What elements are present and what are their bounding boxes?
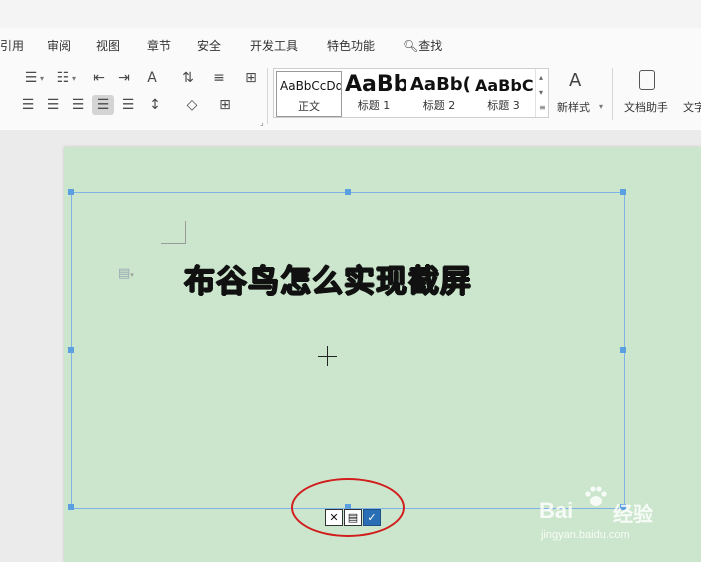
table-border-icon[interactable]: ⊞ xyxy=(214,95,236,115)
menu-security[interactable]: 安全 xyxy=(197,37,221,54)
decrease-indent-icon[interactable]: ⇤ xyxy=(88,68,110,88)
menu-chapter[interactable]: 章节 xyxy=(147,37,171,54)
chevron-down-icon: ▾ xyxy=(599,102,604,111)
doc-helper-label: 文档助手 xyxy=(624,101,668,114)
bullet-list-icon[interactable]: ☰ xyxy=(20,68,42,88)
distributed-align-icon[interactable]: ☰ xyxy=(117,95,139,115)
style-heading-3[interactable]: AaBbC 标题 3 xyxy=(472,71,535,115)
new-style-label: 新样式 xyxy=(557,101,590,114)
resize-handle[interactable] xyxy=(620,347,626,353)
chevron-down-icon[interactable]: ▾ xyxy=(539,88,543,97)
resize-handle[interactable] xyxy=(68,347,74,353)
resize-handle[interactable] xyxy=(68,504,74,510)
increase-indent-icon[interactable]: ⇥ xyxy=(113,68,135,88)
menu-special-features[interactable]: 特色功能 xyxy=(327,37,375,54)
shading-icon[interactable]: ◇ xyxy=(181,95,203,115)
baidu-jingyan-watermark: Bai 经验 jingyan.baidu.com xyxy=(539,482,699,544)
style-name: 标题 3 xyxy=(487,99,520,112)
search-icon: 🔍︎ xyxy=(403,39,419,53)
style-name: 标题 2 xyxy=(422,99,456,112)
sort-icon[interactable]: ⇅ xyxy=(177,68,199,88)
title-bar xyxy=(0,0,701,29)
menu-view[interactable]: 视图 xyxy=(96,37,120,54)
text-tool-label[interactable]: 文字 xyxy=(683,99,701,115)
style-sample: AaBb xyxy=(345,72,406,97)
justify-icon[interactable]: ☰ xyxy=(92,95,114,115)
new-style-button[interactable]: A 新样式 ▾ xyxy=(556,68,606,116)
style-normal[interactable]: AaBbCcDd 正文 xyxy=(276,71,342,117)
numbered-list-icon[interactable]: ☷ xyxy=(52,68,74,88)
style-sample: AaBb( xyxy=(410,74,471,95)
border-icon[interactable]: ⊞ xyxy=(240,68,262,88)
styles-gallery: AaBbCcDd 正文 AaBb 标题 1 AaBb( 标题 2 AaBbC 标… xyxy=(273,68,549,118)
watermark-brand-suffix: 经验 xyxy=(613,504,653,526)
resize-handle[interactable] xyxy=(345,189,351,195)
style-name: 正文 xyxy=(298,100,320,113)
divider xyxy=(267,68,268,124)
divider xyxy=(612,68,613,120)
style-heading-1[interactable]: AaBb 标题 1 xyxy=(342,71,406,115)
text-direction-icon[interactable]: A xyxy=(141,68,163,88)
resize-handle[interactable] xyxy=(68,189,74,195)
line-spacing-icon[interactable]: ≡ xyxy=(208,68,230,88)
menu-references[interactable]: 引用 xyxy=(0,37,24,54)
gallery-scroll[interactable]: ▴ ▾ ≡ xyxy=(535,69,548,117)
align-right-icon[interactable]: ☰ xyxy=(67,95,89,115)
style-name: 标题 1 xyxy=(357,99,391,112)
new-style-icon: A xyxy=(569,70,582,91)
chevron-down-icon[interactable]: ▾ xyxy=(40,75,46,83)
chevron-up-icon[interactable]: ▴ xyxy=(539,73,543,82)
gallery-more-icon[interactable]: ≡ xyxy=(539,103,546,112)
paw-icon xyxy=(585,486,607,506)
resize-handle[interactable] xyxy=(620,189,626,195)
menu-developer-tools[interactable]: 开发工具 xyxy=(250,37,298,54)
screenshot-selection[interactable] xyxy=(68,189,626,510)
watermark-url: jingyan.baidu.com xyxy=(541,529,630,541)
style-sample: AaBbCcDd xyxy=(280,79,342,93)
style-heading-2[interactable]: AaBb( 标题 2 xyxy=(407,71,471,115)
doc-helper-icon xyxy=(639,70,655,90)
paragraph-spacing-icon[interactable]: ↕ xyxy=(144,95,166,115)
align-left-icon[interactable]: ☰ xyxy=(17,95,39,115)
menu-review[interactable]: 审阅 xyxy=(47,37,71,54)
style-sample: AaBbC xyxy=(475,76,534,95)
find-label: 查找 xyxy=(418,39,443,53)
doc-helper-button[interactable]: 文档助手 xyxy=(622,68,678,116)
dialog-launcher-icon[interactable]: ⌟ xyxy=(260,119,266,127)
menu-find[interactable]: 🔍︎查找 xyxy=(403,37,442,54)
align-center-icon[interactable]: ☰ xyxy=(42,95,64,115)
watermark-brand: Bai xyxy=(539,498,574,523)
chevron-down-icon[interactable]: ▾ xyxy=(72,75,78,83)
crosshair-cursor xyxy=(318,356,337,357)
menu-bar: 引用 审阅 视图 章节 安全 开发工具 特色功能 🔍︎查找 xyxy=(0,28,701,62)
annotation-circle xyxy=(291,478,405,537)
